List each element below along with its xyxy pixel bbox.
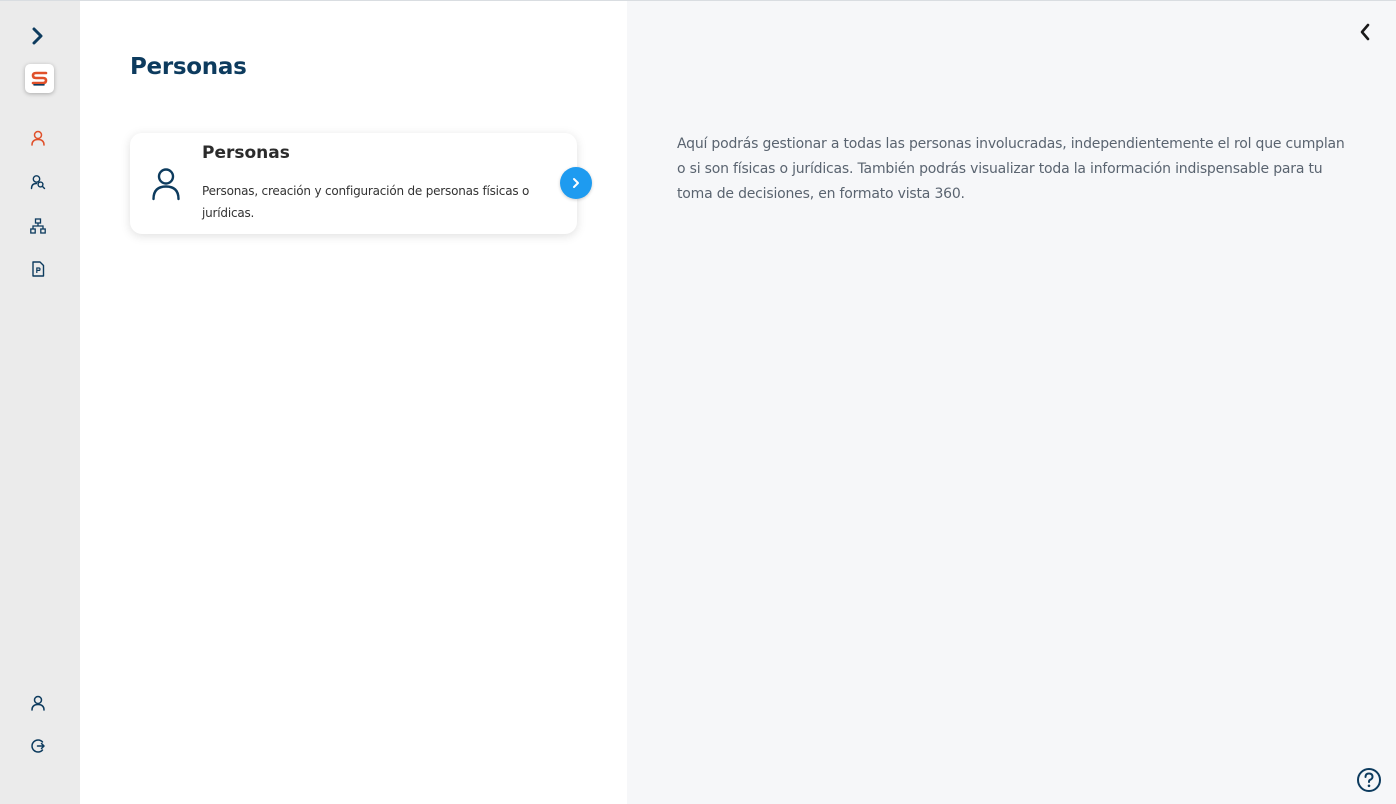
people-search-icon (30, 175, 46, 190)
card-description: Personas, creación y configuración de pe… (202, 184, 530, 220)
open-personas-button[interactable] (560, 167, 592, 199)
help-button[interactable] (1356, 767, 1382, 793)
chevron-right-icon (32, 27, 43, 45)
expand-sidebar-button[interactable] (22, 20, 54, 52)
sidebar-item-people-search[interactable] (22, 166, 54, 198)
sidebar-item-documents[interactable] (22, 253, 54, 285)
document-icon (32, 261, 45, 277)
logout-icon (31, 739, 45, 753)
collapse-info-button[interactable] (1352, 19, 1378, 45)
info-panel: Aquí podrás gestionar a todas las person… (627, 1, 1396, 804)
chevron-left-icon (1360, 23, 1370, 41)
help-icon (1357, 768, 1381, 792)
page-title: Personas (130, 54, 247, 80)
hierarchy-icon (30, 218, 46, 234)
sidebar-item-personas[interactable] (22, 122, 54, 154)
logout-button[interactable] (22, 730, 54, 762)
person-icon (31, 130, 45, 146)
user-profile-button[interactable] (22, 687, 54, 719)
person-icon (152, 168, 180, 201)
chevron-right-icon (573, 178, 579, 188)
sidebar-item-hierarchy[interactable] (22, 210, 54, 242)
app-logo[interactable] (25, 64, 54, 93)
main-panel: Personas Personas Personas, creación y c… (80, 1, 627, 804)
app-logo-icon (31, 71, 48, 86)
card-title: Personas (202, 143, 290, 163)
user-profile-icon (31, 695, 45, 711)
sidebar (0, 1, 80, 804)
personas-card[interactable]: Personas Personas, creación y configurac… (130, 133, 577, 234)
info-description: Aquí podrás gestionar a todas las person… (677, 136, 1345, 202)
